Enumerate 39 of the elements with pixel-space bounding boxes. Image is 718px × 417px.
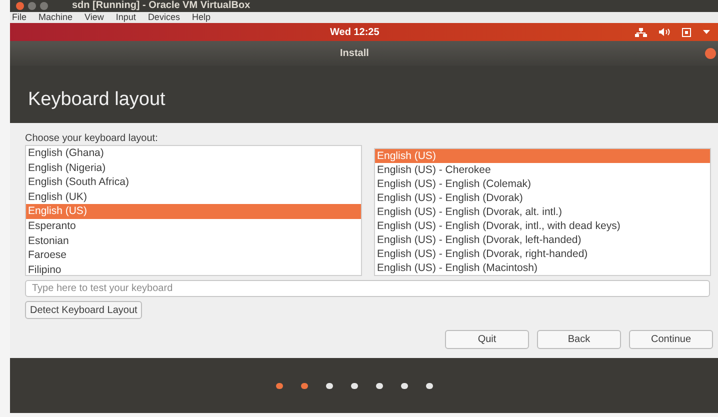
- list-item[interactable]: Esperanto: [26, 218, 361, 234]
- test-input-field[interactable]: Type here to test your keyboard: [25, 280, 710, 297]
- volume-icon[interactable]: [659, 28, 670, 36]
- list-item[interactable]: English (Nigeria): [26, 160, 361, 176]
- list-item[interactable]: Estonian: [26, 234, 361, 248]
- list-item[interactable]: English (US) - English (Dvorak, alt. intl.): [375, 205, 710, 219]
- list-item[interactable]: English (US) - English (Dvorak, left-handed): [375, 233, 710, 247]
- page-heading: Keyboard layout: [28, 88, 166, 112]
- minimize-icon[interactable]: [28, 2, 36, 10]
- list-item[interactable]: English (Ghana): [26, 146, 361, 161]
- list-item[interactable]: English (US) - English (Dvorak): [375, 191, 710, 205]
- list-item[interactable]: English (US) - English (Dvorak, intl., with dead keys): [375, 219, 710, 233]
- clock[interactable]: Wed 12:25: [330, 24, 380, 40]
- maximize-icon[interactable]: [40, 2, 48, 10]
- close-icon[interactable]: [16, 2, 24, 10]
- network-icon[interactable]: [635, 28, 647, 36]
- dialog-button[interactable]: Back: [537, 330, 621, 349]
- menu-item[interactable]: Machine: [38, 13, 73, 22]
- menu-item[interactable]: View: [84, 13, 104, 22]
- list-item[interactable]: English (US) - Cherokee: [375, 163, 710, 177]
- list-item[interactable]: Filipino: [26, 262, 361, 275]
- close-icon[interactable]: [705, 48, 716, 59]
- menu-item[interactable]: File: [12, 13, 27, 22]
- list-item[interactable]: English (UK): [26, 190, 361, 204]
- list-item[interactable]: Faroese: [26, 248, 361, 263]
- dialog-button[interactable]: Quit: [445, 330, 529, 349]
- list-item[interactable]: English (US) - English (Dvorak, right-handed): [375, 247, 710, 261]
- list-item[interactable]: English (US) - English (Macintosh): [375, 261, 710, 275]
- menu-item[interactable]: Help: [192, 13, 210, 22]
- menu-item[interactable]: Devices: [148, 13, 180, 22]
- dialog-title: Install: [340, 47, 369, 61]
- detect-button[interactable]: Detect Keyboard Layout: [25, 301, 142, 319]
- list-label: Choose your keyboard layout:: [25, 133, 159, 145]
- window-title: sdn [Running] - Oracle VM VirtualBox: [72, 1, 250, 11]
- caret-icon[interactable]: [703, 30, 710, 34]
- dialog-button[interactable]: Continue: [629, 330, 713, 349]
- menu-item[interactable]: Input: [116, 13, 136, 22]
- list-item[interactable]: English (US) - English (Colemak): [375, 177, 710, 191]
- list-item[interactable]: English (South Africa): [26, 175, 361, 190]
